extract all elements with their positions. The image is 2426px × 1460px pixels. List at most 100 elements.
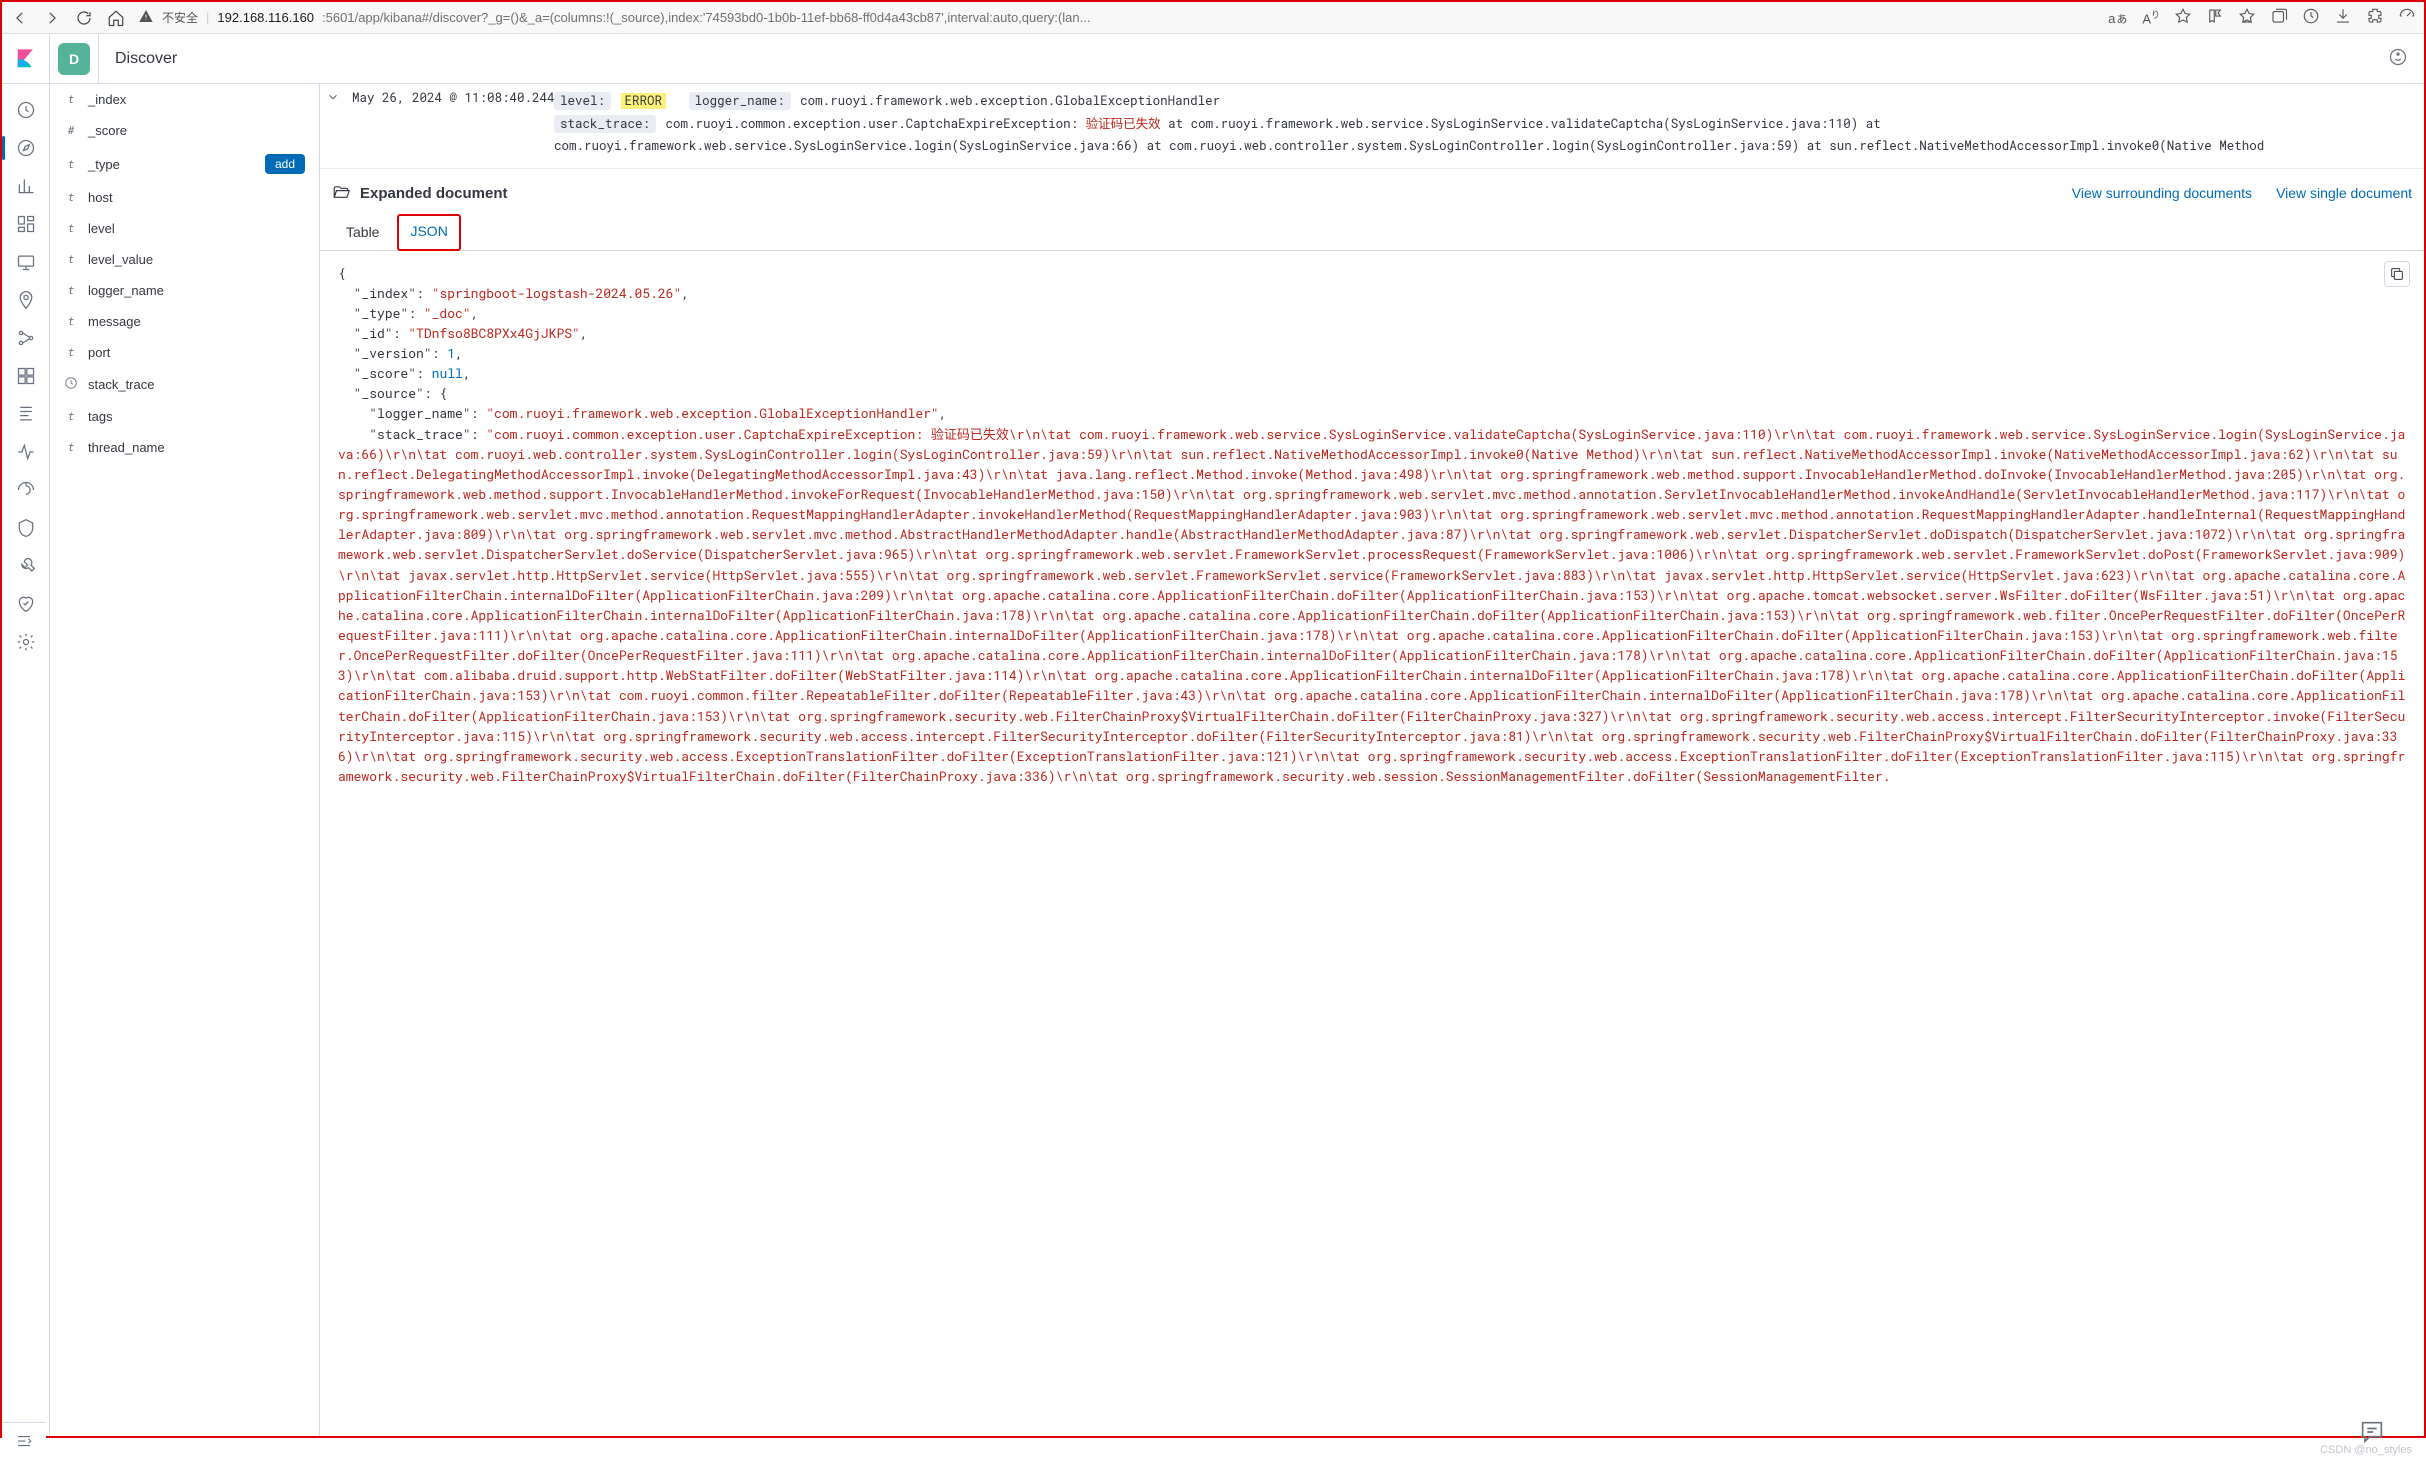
nav-canvas-icon[interactable] <box>10 246 42 278</box>
side-nav <box>2 84 50 1436</box>
extensions-icon[interactable] <box>2366 7 2384 28</box>
field-item-stack_trace[interactable]: stack_trace <box>50 368 319 401</box>
field-type-icon: t <box>64 253 78 266</box>
field-item-_score[interactable]: # _score <box>50 115 319 146</box>
field-name: level <box>88 221 115 236</box>
favorite-icon[interactable] <box>2174 7 2192 28</box>
document-row: May 26, 2024 @ 11:08:40.244 level: ERROR… <box>320 84 2424 158</box>
home-button[interactable] <box>106 8 126 28</box>
field-value-stack-pre: com.ruoyi.common.exception.user.CaptchaE… <box>666 116 1086 132</box>
downloads-icon[interactable] <box>2334 7 2352 28</box>
copy-json-button[interactable] <box>2384 261 2410 287</box>
field-label-level: level: <box>554 92 611 110</box>
field-item-_type[interactable]: t_typeadd <box>50 146 319 182</box>
field-value-level: ERROR <box>621 93 667 109</box>
back-button[interactable] <box>10 8 30 28</box>
performance-icon[interactable] <box>2398 7 2416 28</box>
field-item-level[interactable]: tlevel <box>50 213 319 244</box>
feedback-icon[interactable] <box>2388 54 2408 70</box>
field-type-icon: t <box>64 93 78 106</box>
nav-logs-icon[interactable] <box>10 398 42 430</box>
field-item-host[interactable]: thost <box>50 182 319 213</box>
nav-metrics-icon[interactable] <box>10 360 42 392</box>
collapse-nav-button[interactable] <box>2 1422 46 1458</box>
nav-apm-icon[interactable] <box>10 436 42 468</box>
view-single-link[interactable]: View single document <box>2276 185 2412 201</box>
field-name: port <box>88 345 110 360</box>
field-type-icon: t <box>64 222 78 235</box>
collections-icon[interactable] <box>2270 7 2288 28</box>
forward-button[interactable] <box>42 8 62 28</box>
expand-toggle-icon[interactable] <box>320 90 340 158</box>
nav-visualize-icon[interactable] <box>10 170 42 202</box>
space-selector[interactable]: D <box>58 43 90 75</box>
kibana-header: D Discover <box>2 34 2424 84</box>
field-item-port[interactable]: tport <box>50 337 319 368</box>
field-item-_index[interactable]: t _index <box>50 84 319 115</box>
text-size-icon[interactable]: Aり <box>2142 8 2160 26</box>
nav-dev-tools-icon[interactable] <box>10 550 42 582</box>
field-value-logger: com.ruoyi.framework.web.exception.Global… <box>800 93 1220 109</box>
refresh-button[interactable] <box>74 8 94 28</box>
address-bar[interactable]: 不安全 | 192.168.116.160:5601/app/kibana#/d… <box>138 8 2096 27</box>
float-chat-icon[interactable] <box>2358 1418 2386 1446</box>
field-name: stack_trace <box>88 377 154 392</box>
field-type-icon: t <box>64 284 78 297</box>
field-type-icon: t <box>64 191 78 204</box>
doc-source: level: ERROR logger_name: com.ruoyi.fram… <box>554 90 2424 158</box>
field-name: tags <box>88 409 113 424</box>
tab-table[interactable]: Table <box>332 214 393 250</box>
nav-monitoring-icon[interactable] <box>10 588 42 620</box>
view-surrounding-link[interactable]: View surrounding documents <box>2072 185 2252 201</box>
reading-list-icon[interactable] <box>2206 7 2224 28</box>
nav-management-icon[interactable] <box>10 626 42 658</box>
field-name: _index <box>88 92 126 107</box>
field-label-logger: logger_name: <box>689 92 791 110</box>
warning-icon <box>138 8 154 27</box>
field-type-icon: t <box>64 315 78 328</box>
folder-open-icon <box>332 183 360 204</box>
history-icon[interactable] <box>2302 7 2320 28</box>
content-area: May 26, 2024 @ 11:08:40.244 level: ERROR… <box>320 84 2424 1436</box>
nav-ml-icon[interactable] <box>10 322 42 354</box>
field-name: _score <box>88 123 127 138</box>
nav-maps-icon[interactable] <box>10 284 42 316</box>
nav-siem-icon[interactable] <box>10 512 42 544</box>
expanded-doc-title: Expanded document <box>360 185 508 202</box>
json-viewer: { "_index": "springboot-logstash-2024.05… <box>320 251 2424 827</box>
breadcrumb: Discover <box>98 34 177 83</box>
reader-mode-icon[interactable]: aぁ <box>2108 8 2128 27</box>
field-type-icon: t <box>64 346 78 359</box>
field-type-icon: t <box>64 441 78 454</box>
field-name: _type <box>88 157 120 172</box>
watermark: CSDN @no_styles <box>2320 1444 2412 1456</box>
field-name: logger_name <box>88 283 164 298</box>
kibana-logo[interactable] <box>2 34 50 83</box>
field-name: level_value <box>88 252 153 267</box>
field-type-icon: # <box>64 124 78 137</box>
nav-dashboard-icon[interactable] <box>10 208 42 240</box>
expanded-doc-header: Expanded document View surrounding docum… <box>320 168 2424 214</box>
insecure-label: 不安全 <box>162 9 198 26</box>
field-name: thread_name <box>88 440 165 455</box>
field-name: message <box>88 314 141 329</box>
field-item-thread_name[interactable]: t thread_name <box>50 432 319 463</box>
doc-tabs: Table JSON <box>320 214 2424 251</box>
field-item-message[interactable]: t message <box>50 306 319 337</box>
favorites-bar-icon[interactable] <box>2238 7 2256 28</box>
field-item-tags[interactable]: ttags <box>50 401 319 432</box>
fields-sidebar: t_index#_scoret_typeaddthosttleveltlevel… <box>50 84 320 1436</box>
add-field-button[interactable]: add <box>265 154 305 174</box>
field-value-stack-warn: 验证码已失效 <box>1086 116 1161 132</box>
field-label-stack: stack_trace: <box>554 115 656 133</box>
nav-discover-icon[interactable] <box>10 132 42 164</box>
field-type-icon <box>64 376 78 393</box>
tab-json[interactable]: JSON <box>397 214 460 251</box>
nav-recent-icon[interactable] <box>10 94 42 126</box>
nav-uptime-icon[interactable] <box>10 474 42 506</box>
field-item-logger_name[interactable]: t logger_name <box>50 275 319 306</box>
url-path: :5601/app/kibana#/discover?_g=()&_a=(col… <box>322 10 1090 25</box>
url-host: 192.168.116.160 <box>217 10 314 25</box>
field-item-level_value[interactable]: t level_value <box>50 244 319 275</box>
field-name: host <box>88 190 113 205</box>
